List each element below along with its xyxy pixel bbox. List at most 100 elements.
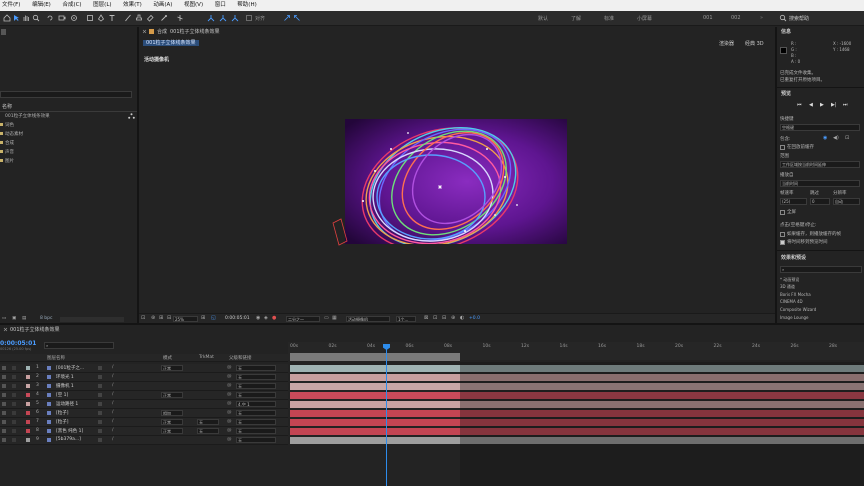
cached-frames-checkbox[interactable] bbox=[780, 232, 785, 237]
pick-whip-icon[interactable]: @ bbox=[227, 392, 232, 397]
play-from-select[interactable]: 当前时间 bbox=[780, 180, 860, 187]
search-help-input[interactable]: 搜索帮助 bbox=[789, 15, 809, 22]
label-color-swatch[interactable] bbox=[26, 393, 30, 397]
include-video-icon[interactable]: ◉ bbox=[823, 135, 827, 141]
label-color-swatch[interactable] bbox=[26, 366, 30, 370]
workspace-more-icon[interactable]: » bbox=[760, 15, 763, 21]
clone-stamp-tool-icon[interactable] bbox=[135, 14, 143, 22]
parent-select[interactable]: 无 bbox=[236, 437, 276, 443]
snap-option2-icon[interactable] bbox=[293, 14, 301, 22]
rectangle-tool-icon[interactable] bbox=[86, 14, 94, 22]
label-color-swatch[interactable] bbox=[26, 375, 30, 379]
shortcut-select[interactable]: 空格键 bbox=[780, 124, 860, 131]
fx-switch-icon[interactable]: / bbox=[112, 374, 114, 379]
axis-mode-icon[interactable] bbox=[207, 14, 215, 22]
snap-option-icon[interactable] bbox=[283, 14, 291, 22]
roto-brush-tool-icon[interactable] bbox=[160, 14, 168, 22]
hand-tool-icon[interactable] bbox=[22, 14, 30, 22]
workspace-standard[interactable]: 标准 bbox=[604, 15, 614, 22]
visibility-eye-icon[interactable] bbox=[2, 402, 6, 406]
parent-select[interactable]: 无 bbox=[236, 374, 276, 380]
layer-row[interactable]: 9 [5b379a...] / @ 无 bbox=[0, 436, 288, 445]
lock-toggle[interactable] bbox=[12, 375, 16, 379]
blend-mode-select[interactable]: 正常 bbox=[161, 365, 183, 371]
menu-effect[interactable]: 效果(T) bbox=[123, 0, 142, 11]
trkmat-select[interactable]: 无 bbox=[197, 419, 219, 425]
parent-select[interactable]: 无 bbox=[236, 419, 276, 425]
exposure-value[interactable]: +0.0 bbox=[469, 316, 480, 321]
menu-layer[interactable]: 图层(L) bbox=[93, 0, 111, 11]
reset-exposure-icon[interactable]: ◐ bbox=[460, 315, 464, 321]
visibility-eye-icon[interactable] bbox=[2, 438, 6, 442]
blend-mode-select[interactable]: 相加 bbox=[161, 410, 183, 416]
flowchart-icon[interactable]: ⊕ bbox=[451, 315, 455, 321]
fullscreen-checkbox[interactable] bbox=[780, 210, 785, 215]
show-snapshot-icon[interactable]: ◈ bbox=[264, 315, 268, 321]
timeline-tab[interactable]: 001粒子立体线条效果 bbox=[10, 326, 60, 333]
layer-name[interactable]: 运动路径 1 bbox=[56, 401, 78, 407]
pan-behind-tool-icon[interactable] bbox=[70, 14, 78, 22]
trkmat-select[interactable]: 无 bbox=[197, 428, 219, 434]
pick-whip-icon[interactable]: @ bbox=[227, 374, 232, 379]
effects-item-composite-wizard[interactable]: Composite Wizard bbox=[780, 307, 816, 312]
blend-mode-select[interactable]: 正常 bbox=[161, 419, 183, 425]
zoom-tool-icon[interactable] bbox=[32, 14, 40, 22]
layer-name[interactable]: 环境光 1 bbox=[56, 374, 74, 380]
fx-switch-icon[interactable]: / bbox=[112, 437, 114, 442]
layer-name[interactable]: [粒子] bbox=[56, 419, 69, 425]
fx-switch-icon[interactable]: / bbox=[112, 419, 114, 424]
shy-switch[interactable] bbox=[98, 393, 102, 397]
current-time-display[interactable]: 0:00:05:01 bbox=[225, 316, 250, 321]
fx-switch-icon[interactable]: / bbox=[112, 392, 114, 397]
comp-viewer-canvas[interactable] bbox=[345, 119, 567, 244]
3d-view-icon[interactable]: ⊛ bbox=[151, 315, 155, 321]
visibility-eye-icon[interactable] bbox=[2, 393, 6, 397]
type-tool-icon[interactable] bbox=[108, 14, 116, 22]
world-axis-icon[interactable] bbox=[219, 14, 227, 22]
play-icon[interactable]: ▶ bbox=[820, 102, 824, 108]
delete-icon[interactable]: ▤ bbox=[22, 316, 26, 321]
grid-icon[interactable]: ⊞ bbox=[159, 315, 163, 321]
lock-toggle[interactable] bbox=[12, 411, 16, 415]
layer-name[interactable]: [粒子] bbox=[56, 410, 69, 416]
blend-mode-select[interactable]: 正常 bbox=[161, 428, 183, 434]
fx-switch-icon[interactable]: / bbox=[112, 410, 114, 415]
resolution-select[interactable]: 二分之一 bbox=[286, 316, 320, 322]
shy-switch[interactable] bbox=[98, 438, 102, 442]
workspace-001[interactable]: 001 bbox=[703, 15, 713, 21]
eraser-tool-icon[interactable] bbox=[146, 14, 154, 22]
shy-switch[interactable] bbox=[98, 375, 102, 379]
work-area-bar[interactable] bbox=[290, 353, 460, 361]
range-select[interactable]: 工作区域按当前时间延伸 bbox=[780, 161, 860, 168]
layer-row[interactable]: 5 运动路径 1 / @4.空 1 bbox=[0, 400, 288, 409]
layer-row[interactable]: 1 [001粒子之... / 正常 @ 无 bbox=[0, 364, 288, 373]
label-color-swatch[interactable] bbox=[26, 402, 30, 406]
effects-item-presets[interactable]: * 动画预设 bbox=[780, 277, 799, 283]
region-of-interest-icon[interactable]: ▭ bbox=[324, 315, 329, 321]
shy-switch[interactable] bbox=[98, 366, 102, 370]
panel-menu-icon[interactable] bbox=[0, 29, 8, 35]
layer-name[interactable]: [空 1] bbox=[56, 392, 68, 398]
visibility-eye-icon[interactable] bbox=[2, 411, 6, 415]
renderer-value[interactable]: 经典 3D bbox=[745, 40, 764, 47]
always-preview-icon[interactable]: ⊡ bbox=[141, 315, 145, 321]
lock-toggle[interactable] bbox=[12, 393, 16, 397]
selection-tool-icon[interactable] bbox=[12, 14, 20, 22]
camera-tool-icon[interactable] bbox=[58, 14, 66, 22]
pick-whip-icon[interactable]: @ bbox=[227, 428, 232, 433]
project-folder-colors[interactable]: 词色 bbox=[5, 122, 14, 128]
project-folder-footage[interactable]: 动态素材 bbox=[5, 131, 23, 137]
lock-toggle[interactable] bbox=[12, 366, 16, 370]
shy-switch[interactable] bbox=[98, 420, 102, 424]
pick-whip-icon[interactable]: @ bbox=[227, 365, 232, 370]
layer-name-header[interactable]: 图层名称 bbox=[47, 355, 65, 361]
project-scrollbar[interactable] bbox=[60, 317, 124, 322]
menu-animation[interactable]: 动画(A) bbox=[153, 0, 172, 11]
pick-whip-icon[interactable]: @ bbox=[227, 383, 232, 388]
blend-mode-select[interactable]: 正常 bbox=[161, 392, 183, 398]
camera-view-select[interactable]: 活动摄像机 bbox=[346, 316, 390, 322]
comp-subtab[interactable]: 001粒子立体线条效果 bbox=[143, 39, 199, 46]
channel-icon[interactable]: ● bbox=[272, 315, 276, 321]
parent-select[interactable]: 无 bbox=[236, 428, 276, 434]
workspace-learn[interactable]: 了解 bbox=[571, 15, 581, 22]
